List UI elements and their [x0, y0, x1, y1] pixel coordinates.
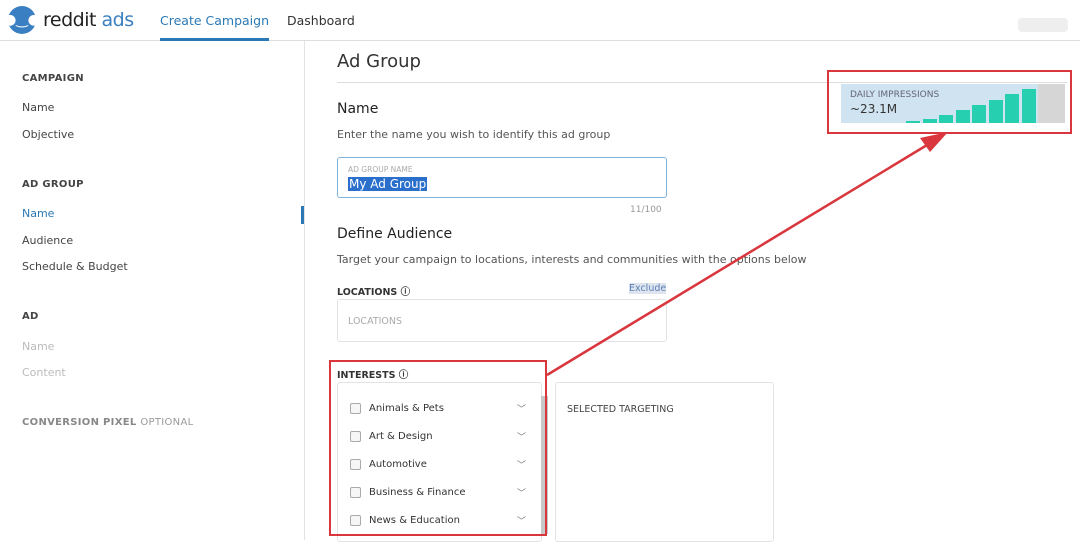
sidebar-item-campaign-name[interactable]: Name [22, 101, 54, 114]
optional-label: OPTIONAL [140, 417, 194, 428]
tab-create-campaign[interactable]: Create Campaign [160, 0, 269, 41]
sidebar-item-schedule-budget[interactable]: Schedule & Budget [22, 260, 128, 273]
help-icon[interactable]: ⓘ [401, 287, 411, 298]
selected-targeting-label: SELECTED TARGETING [567, 404, 674, 415]
input-value: My Ad Group [348, 177, 428, 191]
reddit-alien-icon: ●‿● [4, 6, 40, 34]
selected-targeting-panel: SELECTED TARGETING [555, 382, 774, 542]
tab-dashboard[interactable]: Dashboard [287, 0, 355, 41]
exclude-link[interactable]: Exclude [629, 283, 667, 294]
logo-text: reddit [43, 9, 96, 31]
highlight-box-interests [329, 360, 547, 536]
sidebar-item-audience[interactable]: Audience [22, 234, 73, 247]
audience-description: Target your campaign to locations, inter… [337, 253, 807, 266]
ad-group-name-input[interactable]: AD GROUP NAME My Ad Group [337, 157, 667, 198]
top-nav: ●‿● reddit ads Create Campaign Dashboard [0, 0, 1080, 41]
sidebar-item-content: Content [22, 366, 66, 379]
locations-label: LOCATIONS [337, 287, 398, 298]
sidebar-item-adgroup-name[interactable]: Name [22, 207, 54, 220]
user-menu[interactable] [1018, 18, 1068, 32]
active-indicator [301, 206, 304, 224]
audience-heading: Define Audience [337, 226, 453, 242]
name-heading: Name [337, 101, 379, 117]
highlight-box-impressions [827, 70, 1072, 134]
logo[interactable]: ●‿● reddit ads [4, 6, 160, 34]
sidebar-heading-pixel: CONVERSION PIXEL [22, 417, 137, 428]
input-label: AD GROUP NAME [348, 165, 413, 174]
page-title: Ad Group [337, 51, 421, 72]
sidebar-heading-adgroup: AD GROUP [22, 179, 84, 190]
locations-placeholder: LOCATIONS [348, 316, 403, 327]
logo-accent: ads [101, 9, 134, 31]
locations-input[interactable]: LOCATIONS [337, 299, 667, 342]
sidebar: CAMPAIGN Name Objective AD GROUP Name Au… [0, 41, 305, 540]
sidebar-heading-campaign: CAMPAIGN [22, 73, 84, 84]
char-count: 11/100 [630, 205, 662, 215]
sidebar-item-ad-name: Name [22, 340, 55, 353]
name-description: Enter the name you wish to identify this… [337, 128, 611, 141]
sidebar-item-objective[interactable]: Objective [22, 128, 74, 141]
sidebar-heading-ad: AD [22, 311, 39, 322]
